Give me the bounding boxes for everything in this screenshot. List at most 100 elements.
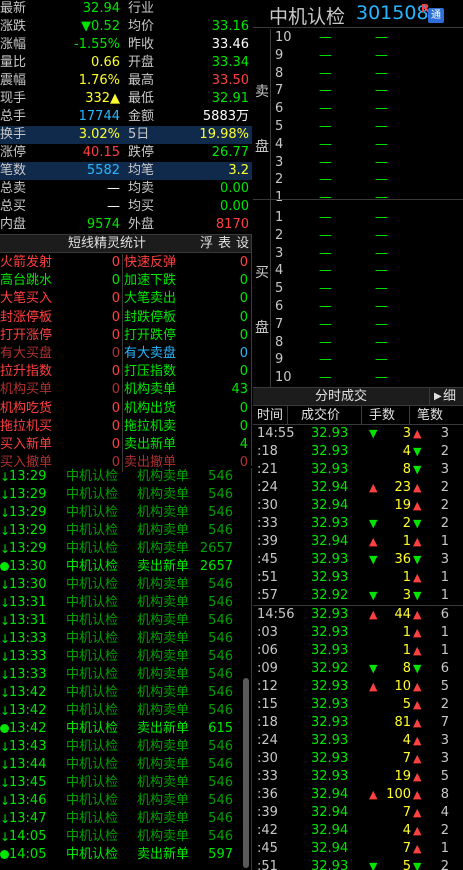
- buy-level[interactable]: 8 — —: [275, 334, 455, 352]
- trade-row[interactable]: :42 32.94 4 ▲ 2: [253, 822, 463, 840]
- event-row[interactable]: ↓ 13:43 中机认检 机构卖单 546: [0, 738, 251, 756]
- event-row[interactable]: ↓ 13:42 中机认检 机构卖单 546: [0, 684, 251, 702]
- elf-row[interactable]: 高台跳水 0 加速下跌 0: [0, 272, 251, 291]
- sell-level[interactable]: 10 — —: [275, 29, 455, 47]
- elf-row[interactable]: 拖拉机买 0 拖拉机卖 0: [0, 417, 251, 436]
- buy-level[interactable]: 2 — —: [275, 227, 455, 245]
- event-stock: 中机认检: [66, 505, 119, 520]
- trade-row[interactable]: :03 32.93 1 ▲ 1: [253, 624, 463, 642]
- event-list-scrollbar[interactable]: [243, 678, 249, 868]
- event-row[interactable]: ↓ 13:30 中机认检 机构卖单 546: [0, 576, 251, 594]
- event-row[interactable]: ↓ 13:29 中机认检 机构卖单 546: [0, 486, 251, 504]
- trade-row[interactable]: :24 32.93 4 ▲ 3: [253, 732, 463, 750]
- trade-time: 14:55: [257, 426, 295, 441]
- trade-row[interactable]: :24 32.94 ▲ 23 ▲ 2: [253, 479, 463, 497]
- event-type: 机构卖单: [137, 685, 190, 700]
- event-row[interactable]: ↓ 14:05 中机认检 机构卖单 546: [0, 828, 251, 846]
- trade-row[interactable]: :09 32.92 ▼ 8 ▼ 6: [253, 660, 463, 678]
- sell-level[interactable]: 6 — —: [275, 100, 455, 118]
- elf-row[interactable]: 火箭发射 0 快速反弹 0: [0, 254, 251, 273]
- event-row[interactable]: ↓ 13:29 中机认检 机构卖单 546: [0, 522, 251, 540]
- sell-level[interactable]: 2 — —: [275, 171, 455, 189]
- trade-row[interactable]: :33 32.93 ▼ 2 ▼ 2: [253, 515, 463, 533]
- trade-row[interactable]: :45 32.93 ▼ 36 ▼ 3: [253, 551, 463, 569]
- elf-row[interactable]: 大笔买入 0 大笔卖出 0: [0, 290, 251, 309]
- sell-level[interactable]: 9 — —: [275, 47, 455, 65]
- elf-row[interactable]: 机构吃货 0 机构出货 0: [0, 399, 251, 418]
- buy-level[interactable]: 5 — —: [275, 280, 455, 298]
- buy-level[interactable]: 7 — —: [275, 316, 455, 334]
- stat-value: 33.34: [211, 55, 249, 70]
- trade-row[interactable]: :06 32.93 1 ▲ 1: [253, 642, 463, 660]
- event-row[interactable]: ↓ 13:45 中机认检 机构卖单 546: [0, 774, 251, 792]
- event-row[interactable]: 14:05 中机认检 卖出新单 597: [0, 846, 251, 864]
- trade-row[interactable]: :39 32.94 7 ▲ 4: [253, 804, 463, 822]
- event-row[interactable]: ↓ 13:47 中机认检 机构卖单 546: [0, 810, 251, 828]
- elf-row[interactable]: 买入新单 0 卖出新单 4: [0, 435, 251, 455]
- event-row[interactable]: 13:42 中机认检 卖出新单 615: [0, 720, 251, 738]
- trade-row[interactable]: :51 32.93 1 ▲ 1: [253, 569, 463, 587]
- up-arrow-icon: ▲: [413, 626, 422, 639]
- buy-level[interactable]: 4 — —: [275, 262, 455, 280]
- buy-level[interactable]: 1 — —: [275, 209, 455, 227]
- sell-level[interactable]: 7 — —: [275, 82, 455, 100]
- elf-row[interactable]: 封涨停板 0 封跌停板 0: [0, 308, 251, 327]
- event-row[interactable]: ↓ 13:46 中机认检 机构卖单 546: [0, 792, 251, 810]
- sell-level[interactable]: 3 — —: [275, 154, 455, 172]
- event-row[interactable]: ↓ 13:29 中机认检 机构卖单 546: [0, 468, 251, 486]
- trade-row[interactable]: :18 32.93 4 ▼ 2: [253, 443, 463, 461]
- trade-row[interactable]: :45 32.94 7 ▲ 1: [253, 840, 463, 858]
- up-arrow-icon: ▲: [413, 644, 422, 657]
- float-button[interactable]: 浮: [200, 235, 213, 253]
- buy-level[interactable]: 6 — —: [275, 298, 455, 316]
- table-button[interactable]: 表: [218, 235, 231, 253]
- trade-row[interactable]: :15 32.93 5 ▲ 2: [253, 696, 463, 714]
- event-row[interactable]: ↓ 13:42 中机认检 机构卖单 546: [0, 702, 251, 720]
- trade-row[interactable]: :30 32.94 19 ▲ 2: [253, 497, 463, 515]
- down-arrow-icon: ▼: [413, 589, 422, 602]
- event-row[interactable]: ↓ 13:31 中机认检 机构卖单 546: [0, 612, 251, 630]
- settings-button[interactable]: 设: [236, 235, 249, 253]
- trade-time: :24: [257, 733, 278, 748]
- buy-level[interactable]: 10 — —: [275, 369, 455, 387]
- event-row[interactable]: ↓ 13:29 中机认检 机构卖单 2657: [0, 540, 251, 558]
- elf-row[interactable]: 机构买单 0 机构卖单 43: [0, 381, 251, 400]
- elf-row[interactable]: 有大买盘 0 有大卖盘 0: [0, 344, 251, 364]
- trade-row[interactable]: :30 32.93 7 ▲ 3: [253, 750, 463, 768]
- elf-event-list[interactable]: ↓ 13:29 中机认检 机构卖单 546 ↓ 13:29 中机认检 机构卖单 546 ↓ 13:29…: [0, 468, 252, 870]
- elf-row[interactable]: 拉升指数 0 打压指数 0: [0, 363, 251, 382]
- trade-row[interactable]: :39 32.94 ▲ 1 ▲ 1: [253, 533, 463, 551]
- trade-volume: 4: [402, 444, 411, 459]
- buy-level[interactable]: 9 — —: [275, 351, 455, 369]
- event-row[interactable]: ↓ 13:33 中机认检 机构卖单 546: [0, 648, 251, 666]
- trade-volume: 81: [394, 715, 411, 730]
- elf-row[interactable]: 打开涨停 0 打开跌停 0: [0, 326, 251, 345]
- trade-row[interactable]: :33 32.93 19 ▲ 5: [253, 768, 463, 786]
- event-row[interactable]: 13:30 中机认检 卖出新单 2657: [0, 558, 251, 576]
- trade-row[interactable]: :36 32.94 ▲ 100 ▲ 8: [253, 786, 463, 804]
- event-row[interactable]: ↓ 13:33 中机认检 机构卖单 546: [0, 666, 251, 684]
- tick-trade-rows[interactable]: 14:55 32.93 ▼ 3 ▲ 3:18 32.93 4 ▼ 2:21 32.93 8 ▼ 3:24 3…: [253, 425, 463, 870]
- event-row[interactable]: ↓ 13:29 中机认检 机构卖单 546: [0, 504, 251, 522]
- connect-badge-icon[interactable]: 通: [428, 8, 444, 23]
- detail-button[interactable]: 细: [443, 388, 456, 406]
- expand-arrow-icon[interactable]: ▶: [429, 388, 442, 406]
- event-row[interactable]: ↓ 13:33 中机认检 机构卖单 546: [0, 630, 251, 648]
- trade-volume: 44: [394, 607, 411, 622]
- trade-row[interactable]: :51 32.93 ▼ 5 ▼ 2: [253, 858, 463, 870]
- trade-volume: 8: [402, 462, 411, 477]
- down-arrow-icon: ▼: [369, 662, 378, 675]
- trade-row[interactable]: :21 32.93 8 ▼ 3: [253, 461, 463, 479]
- down-arrow-icon: ▼: [413, 445, 422, 458]
- event-row[interactable]: ↓ 13:44 中机认检 机构卖单 546: [0, 756, 251, 774]
- sell-level[interactable]: 8 — —: [275, 65, 455, 83]
- sell-level[interactable]: 5 — —: [275, 118, 455, 136]
- trade-row[interactable]: :57 32.92 ▼ 3 ▼ 1: [253, 587, 463, 605]
- trade-row[interactable]: 14:55 32.93 ▼ 3 ▲ 3: [253, 425, 463, 443]
- buy-level[interactable]: 3 — —: [275, 245, 455, 263]
- trade-row[interactable]: :18 32.93 81 ▲ 7: [253, 714, 463, 732]
- event-row[interactable]: ↓ 13:31 中机认检 机构卖单 546: [0, 594, 251, 612]
- trade-row[interactable]: 14:56 32.93 ▲ 44 ▲ 6: [253, 606, 463, 624]
- trade-row[interactable]: :12 32.93 ▲ 10 ▲ 5: [253, 678, 463, 696]
- sell-level[interactable]: 4 — —: [275, 136, 455, 154]
